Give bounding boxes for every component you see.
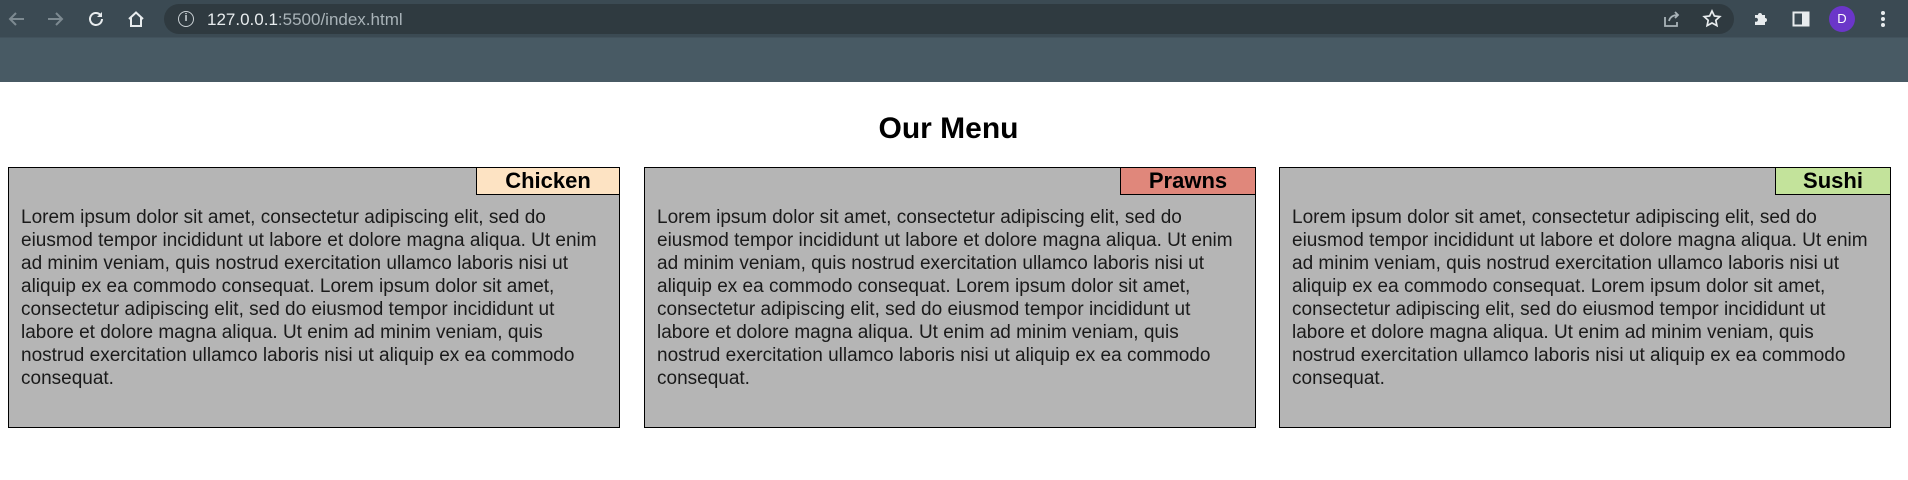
home-icon[interactable] <box>121 4 151 34</box>
url-text[interactable]: 127.0.0.1:5500/index.html <box>207 10 403 30</box>
card-tag: Chicken <box>476 167 620 195</box>
card-tag: Prawns <box>1120 167 1256 195</box>
back-arrow-icon[interactable] <box>2 4 32 34</box>
card-description: Lorem ipsum dolor sit amet, consectetur … <box>1292 207 1868 389</box>
menu-card-sushi: Sushi Lorem ipsum dolor sit amet, consec… <box>1279 167 1891 428</box>
forward-arrow-icon[interactable] <box>40 4 70 34</box>
card-tag: Sushi <box>1775 167 1891 195</box>
card-description: Lorem ipsum dolor sit amet, consectetur … <box>657 207 1233 389</box>
url-path: :5500/index.html <box>277 10 403 29</box>
page-title: Our Menu <box>878 112 1019 145</box>
address-bar[interactable]: i 127.0.0.1:5500/index.html <box>164 4 1734 34</box>
puzzle-icon[interactable] <box>1746 4 1776 34</box>
browser-toolbar: i 127.0.0.1:5500/index.html D <box>0 0 1908 38</box>
menu-card-chicken: Chicken Lorem ipsum dolor sit amet, cons… <box>8 167 620 428</box>
page-content: Our Menu Chicken Lorem ipsum dolor sit a… <box>0 82 1908 480</box>
menu-card-prawns: Prawns Lorem ipsum dolor sit amet, conse… <box>644 167 1256 428</box>
card-description: Lorem ipsum dolor sit amet, consectetur … <box>21 207 597 389</box>
url-host: 127.0.0.1 <box>207 10 278 29</box>
info-icon[interactable]: i <box>178 11 194 27</box>
reload-icon[interactable] <box>81 4 111 34</box>
browser-chrome: i 127.0.0.1:5500/index.html D <box>0 0 1908 82</box>
star-icon[interactable] <box>1701 8 1723 30</box>
kebab-menu-icon[interactable] <box>1868 4 1898 34</box>
share-icon[interactable] <box>1661 8 1683 30</box>
side-panel-icon[interactable] <box>1786 4 1816 34</box>
profile-avatar[interactable]: D <box>1829 6 1855 32</box>
